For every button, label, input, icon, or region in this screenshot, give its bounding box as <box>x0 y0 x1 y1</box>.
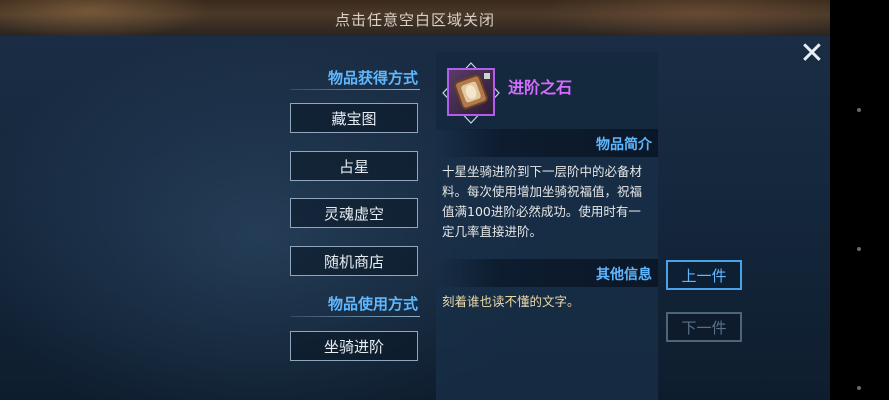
source-button-treasure-map[interactable]: 藏宝图 <box>290 103 418 133</box>
use-section-title: 物品使用方式 <box>327 295 418 313</box>
source-button-astrology[interactable]: 占星 <box>290 151 418 181</box>
prev-item-button[interactable]: 上一件 <box>666 260 742 290</box>
item-intro-bar: 物品简介 <box>436 129 658 157</box>
nav-dot-icon <box>857 108 861 112</box>
section-divider <box>290 89 420 90</box>
item-intro-label: 物品简介 <box>596 137 652 153</box>
advance-stone-icon <box>447 68 495 116</box>
nav-dot-icon <box>857 386 861 390</box>
other-info-text: 刻着谁也读不懂的文字。 <box>442 294 580 309</box>
nav-dot-icon <box>857 247 861 251</box>
close-hint-text: 点击任意空白区域关闭 <box>334 11 495 29</box>
source-button-soul-void[interactable]: 灵魂虚空 <box>290 198 418 228</box>
system-nav-bar <box>830 0 889 400</box>
use-button-mount-advance[interactable]: 坐骑进阶 <box>290 331 418 361</box>
other-info-label: 其他信息 <box>596 267 652 283</box>
section-divider <box>290 316 420 317</box>
other-info-bar: 其他信息 <box>436 259 658 287</box>
source-button-random-shop[interactable]: 随机商店 <box>290 246 418 276</box>
obtain-section-title: 物品获得方式 <box>327 69 418 87</box>
item-description: 十星坐骑进阶到下一层阶中的必备材 料。每次使用增加坐骑祝福值，祝福 值满100进… <box>442 164 643 239</box>
item-name: 进阶之石 <box>508 78 573 97</box>
next-item-button[interactable]: 下一件 <box>666 312 742 342</box>
close-icon[interactable]: ✕ <box>798 39 826 69</box>
